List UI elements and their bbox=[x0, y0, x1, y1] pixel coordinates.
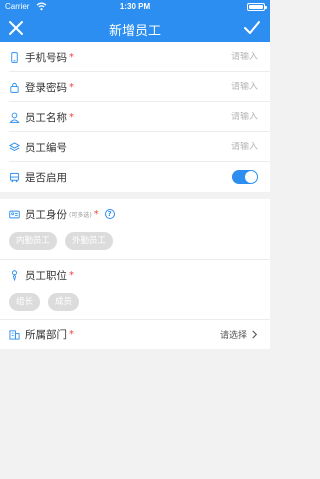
toggle-knob bbox=[245, 171, 257, 183]
enabled-row: 是否启用 bbox=[0, 162, 270, 192]
department-row[interactable]: 所属部门 * 请选择 bbox=[0, 319, 270, 349]
position-label: 员工职位 bbox=[25, 269, 67, 282]
required-mark: * bbox=[69, 269, 74, 281]
number-label: 员工编号 bbox=[25, 141, 67, 154]
position-header: 员工职位 * bbox=[9, 260, 261, 290]
department-value: 请选择 bbox=[219, 331, 247, 341]
lock-icon bbox=[10, 82, 19, 93]
bus-icon bbox=[9, 172, 20, 182]
identity-option-field[interactable]: 外勤员工 bbox=[65, 232, 114, 250]
password-row: 登录密码 * bbox=[0, 72, 270, 102]
identity-hint: (可多选) bbox=[69, 211, 92, 219]
enabled-label: 是否启用 bbox=[25, 171, 67, 184]
identity-section: 员工身份 (可多选) * ? 内勤员工 外勤员工 bbox=[0, 199, 270, 259]
battery-icon bbox=[247, 3, 267, 11]
identity-label: 员工身份 bbox=[25, 208, 67, 221]
required-mark: * bbox=[69, 329, 74, 340]
clock: 1:30 PM bbox=[119, 2, 151, 11]
chevron-right-icon bbox=[252, 330, 258, 339]
password-label: 登录密码 bbox=[25, 81, 67, 94]
position-option-leader[interactable]: 组长 bbox=[9, 293, 41, 311]
basic-info-card: 手机号码 * 登录密码 * 员工名称 * 员工编号 bbox=[0, 42, 270, 192]
identity-option-indoor[interactable]: 内勤员工 bbox=[9, 232, 58, 250]
status-bar: Carrier 1:30 PM bbox=[0, 0, 270, 14]
phone-icon bbox=[11, 51, 18, 63]
position-section: 员工职位 * 组长 成员 bbox=[0, 259, 270, 319]
position-options: 组长 成员 bbox=[9, 290, 261, 311]
required-mark: * bbox=[93, 208, 99, 220]
password-input[interactable] bbox=[74, 82, 258, 92]
name-input[interactable] bbox=[74, 112, 258, 122]
person-tie-icon bbox=[12, 269, 17, 281]
help-icon[interactable]: ? bbox=[104, 209, 115, 219]
user-icon bbox=[9, 112, 20, 123]
layers-icon bbox=[9, 141, 20, 151]
phone-row: 手机号码 * bbox=[0, 42, 270, 72]
position-option-member[interactable]: 成员 bbox=[48, 293, 80, 311]
phone-label: 手机号码 bbox=[25, 51, 67, 64]
identity-header: 员工身份 (可多选) * ? bbox=[9, 199, 261, 229]
section-gap bbox=[0, 192, 270, 199]
department-label: 所属部门 bbox=[25, 329, 67, 341]
page-title: 新增员工 bbox=[108, 24, 161, 39]
name-row: 员工名称 * bbox=[0, 102, 270, 132]
building-icon bbox=[9, 330, 20, 340]
nav-bar: 新增员工 bbox=[0, 14, 270, 42]
name-label: 员工名称 bbox=[25, 111, 67, 124]
number-row: 员工编号 bbox=[0, 132, 270, 162]
identity-options: 内勤员工 外勤员工 bbox=[9, 229, 261, 250]
enabled-toggle[interactable] bbox=[232, 170, 258, 184]
number-input[interactable] bbox=[67, 142, 258, 152]
id-card-icon bbox=[9, 210, 20, 218]
confirm-check-icon[interactable] bbox=[243, 19, 261, 37]
phone-input[interactable] bbox=[74, 52, 258, 62]
